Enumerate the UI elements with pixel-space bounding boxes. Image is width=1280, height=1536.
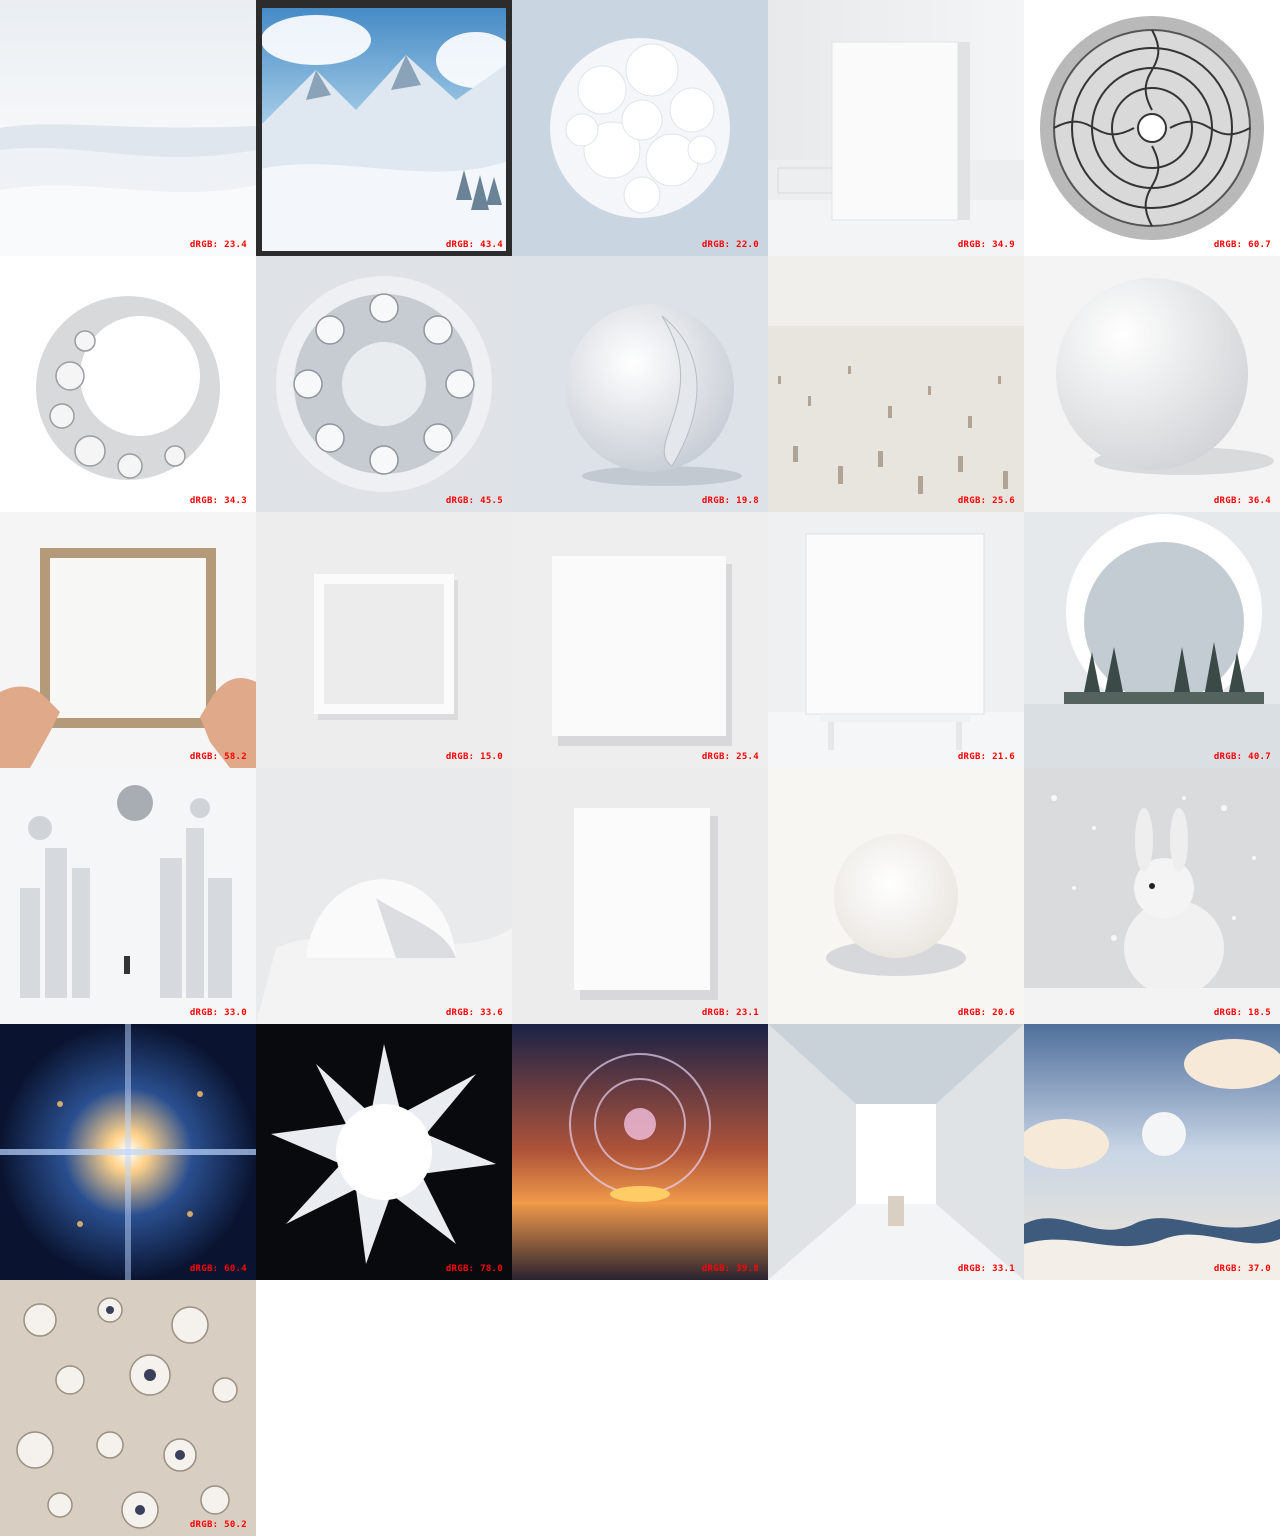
tile-image — [0, 1280, 256, 1536]
score-label: dRGB: 23.1 — [701, 1008, 759, 1018]
image-tile[interactable]: dRGB: 22.0 — [512, 0, 768, 256]
score-label: dRGB: 25.4 — [701, 752, 759, 762]
score-label: dRGB: 58.2 — [189, 752, 247, 762]
image-tile[interactable]: dRGB: 33.1 — [768, 1024, 1024, 1280]
tile-image — [768, 512, 1024, 768]
image-tile[interactable]: dRGB: 43.4 — [256, 0, 512, 256]
score-label: dRGB: 50.2 — [189, 1520, 247, 1530]
image-tile[interactable]: dRGB: 34.9 — [768, 0, 1024, 256]
tile-image — [256, 1024, 512, 1280]
image-tile[interactable]: dRGB: 33.6 — [256, 768, 512, 1024]
image-tile[interactable]: dRGB: 78.0 — [256, 1024, 512, 1280]
tile-image — [1024, 0, 1280, 256]
image-tile[interactable]: dRGB: 50.2 — [0, 1280, 256, 1536]
score-label: dRGB: 33.0 — [189, 1008, 247, 1018]
score-label: dRGB: 25.6 — [957, 496, 1015, 506]
image-tile[interactable]: dRGB: 21.6 — [768, 512, 1024, 768]
tile-image — [0, 512, 256, 768]
score-label: dRGB: 39.8 — [701, 1264, 759, 1274]
image-tile[interactable]: dRGB: 60.7 — [1024, 0, 1280, 256]
image-tile[interactable]: dRGB: 23.1 — [512, 768, 768, 1024]
image-tile[interactable]: dRGB: 45.5 — [256, 256, 512, 512]
score-label: dRGB: 40.7 — [1213, 752, 1271, 762]
image-tile[interactable]: dRGB: 34.3 — [0, 256, 256, 512]
score-label: dRGB: 37.0 — [1213, 1264, 1271, 1274]
image-tile[interactable]: dRGB: 15.0 — [256, 512, 512, 768]
image-tile[interactable]: dRGB: 39.8 — [512, 1024, 768, 1280]
image-tile[interactable]: dRGB: 25.4 — [512, 512, 768, 768]
image-tile[interactable]: dRGB: 25.6 — [768, 256, 1024, 512]
score-label: dRGB: 34.9 — [957, 240, 1015, 250]
tile-image — [1024, 1024, 1280, 1280]
score-label: dRGB: 36.4 — [1213, 496, 1271, 506]
score-label: dRGB: 21.6 — [957, 752, 1015, 762]
score-label: dRGB: 43.4 — [445, 240, 503, 250]
tile-image — [1024, 768, 1280, 1024]
tile-image — [512, 256, 768, 512]
tile-image — [512, 512, 768, 768]
tile-image — [256, 768, 512, 1024]
image-tile[interactable]: dRGB: 36.4 — [1024, 256, 1280, 512]
image-tile[interactable]: dRGB: 60.4 — [0, 1024, 256, 1280]
score-label: dRGB: 22.0 — [701, 240, 759, 250]
tile-image — [0, 768, 256, 1024]
image-tile[interactable]: dRGB: 23.4 — [0, 0, 256, 256]
score-label: dRGB: 60.4 — [189, 1264, 247, 1274]
score-label: dRGB: 60.7 — [1213, 240, 1271, 250]
tile-image — [1024, 512, 1280, 768]
image-tile[interactable]: dRGB: 20.6 — [768, 768, 1024, 1024]
tile-image — [0, 256, 256, 512]
tile-image — [512, 0, 768, 256]
score-label: dRGB: 45.5 — [445, 496, 503, 506]
score-label: dRGB: 20.6 — [957, 1008, 1015, 1018]
tile-image — [0, 1024, 256, 1280]
tile-image — [256, 0, 512, 256]
score-label: dRGB: 78.0 — [445, 1264, 503, 1274]
tile-image — [256, 512, 512, 768]
tile-image — [256, 256, 512, 512]
image-tile[interactable]: dRGB: 19.8 — [512, 256, 768, 512]
image-tile[interactable]: dRGB: 18.5 — [1024, 768, 1280, 1024]
score-label: dRGB: 33.1 — [957, 1264, 1015, 1274]
tile-image — [768, 1024, 1024, 1280]
tile-image — [1024, 256, 1280, 512]
score-label: dRGB: 34.3 — [189, 496, 247, 506]
score-label: dRGB: 23.4 — [189, 240, 247, 250]
score-label: dRGB: 18.5 — [1213, 1008, 1271, 1018]
tile-image — [0, 0, 256, 256]
score-label: dRGB: 19.8 — [701, 496, 759, 506]
score-label: dRGB: 33.6 — [445, 1008, 503, 1018]
tile-image — [512, 768, 768, 1024]
tile-image — [768, 768, 1024, 1024]
image-tile[interactable]: dRGB: 40.7 — [1024, 512, 1280, 768]
image-tile[interactable]: dRGB: 33.0 — [0, 768, 256, 1024]
score-label: dRGB: 15.0 — [445, 752, 503, 762]
image-tile[interactable]: dRGB: 37.0 — [1024, 1024, 1280, 1280]
tile-image — [768, 256, 1024, 512]
image-grid: dRGB: 23.4 dRGB: 43.4 dRGB: 22.0 dRGB: 3… — [0, 0, 1280, 1536]
tile-image — [768, 0, 1024, 256]
tile-image — [512, 1024, 768, 1280]
image-tile[interactable]: dRGB: 58.2 — [0, 512, 256, 768]
